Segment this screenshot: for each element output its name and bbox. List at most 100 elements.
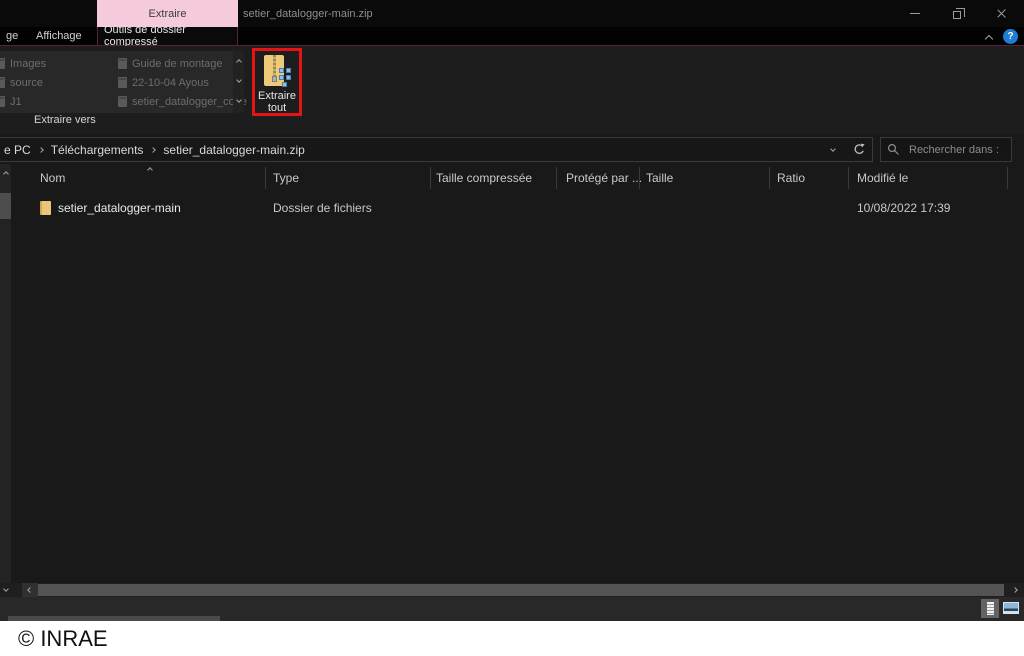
contextual-tab-group-header: Extraire [97, 0, 238, 27]
chevron-down-icon [236, 77, 242, 83]
tab-partage-partial[interactable]: ge [0, 27, 24, 45]
file-row[interactable]: setier_datalogger-main Dossier de fichie… [11, 196, 1024, 220]
address-bar[interactable]: e PC Téléchargements setier_datalogger-m… [0, 137, 873, 162]
gallery-item[interactable]: Images [0, 54, 46, 73]
horizontal-scrollbar[interactable] [0, 583, 1024, 597]
breadcrumb-item[interactable]: e PC [0, 143, 35, 157]
zip-extract-icon [262, 55, 292, 87]
file-list: setier_datalogger-main Dossier de fichie… [11, 192, 1024, 583]
gallery-item[interactable]: source [0, 73, 43, 92]
gallery-item[interactable]: Guide de montage [118, 54, 223, 73]
restore-button[interactable] [941, 0, 975, 26]
gallery-item-label: J1 [10, 96, 22, 108]
restore-icon [953, 11, 961, 19]
search-icon [887, 143, 900, 156]
refresh-button[interactable] [848, 138, 870, 161]
minimize-button[interactable] [898, 0, 932, 26]
column-divider[interactable] [639, 167, 640, 189]
chevron-right-icon [1012, 587, 1018, 593]
gallery-scroll-down-button[interactable] [233, 71, 244, 90]
horizontal-scrollbar-thumb[interactable] [38, 584, 1004, 596]
minimize-icon [910, 13, 920, 14]
column-divider[interactable] [1007, 167, 1008, 189]
scroll-down-button[interactable] [0, 584, 11, 596]
address-row: e PC Téléchargements setier_datalogger-m… [0, 134, 1024, 164]
column-header-ratio[interactable]: Ratio [777, 164, 805, 192]
address-dropdown-button[interactable] [822, 138, 844, 161]
folder-icon [40, 201, 51, 215]
close-icon [996, 8, 1007, 19]
column-divider[interactable] [769, 167, 770, 189]
chevron-up-icon [985, 34, 993, 42]
gallery-scroll-up-button[interactable] [233, 51, 244, 70]
vertical-scrollbar[interactable] [0, 164, 11, 583]
chevron-right-icon [38, 147, 44, 153]
chevron-down-icon [3, 586, 9, 592]
ribbon: Images source J1 Guide de montage 22-10-… [0, 46, 1024, 134]
gallery-item[interactable]: J1 [0, 92, 22, 111]
gallery-item-label: Images [10, 58, 46, 70]
titlebar: Extraire setier_datalogger-main.zip [0, 0, 1024, 27]
thumbnails-view-button[interactable] [1002, 601, 1019, 615]
explorer-window: Extraire setier_datalogger-main.zip ge A… [0, 0, 1024, 621]
refresh-icon [853, 143, 866, 156]
chevron-left-icon [27, 587, 33, 593]
extract-destination-gallery: Images source J1 Guide de montage 22-10-… [0, 51, 233, 113]
column-header-nom[interactable]: Nom [40, 164, 65, 192]
file-type: Dossier de fichiers [273, 196, 372, 220]
column-header-protege-par[interactable]: Protégé par ... [566, 164, 642, 192]
column-header-taille-compressee[interactable]: Taille compressée [436, 164, 532, 192]
column-divider[interactable] [265, 167, 266, 189]
column-divider[interactable] [556, 167, 557, 189]
column-divider[interactable] [430, 167, 431, 189]
chevron-down-icon [236, 97, 242, 103]
column-divider[interactable] [848, 167, 849, 189]
search-box[interactable] [880, 137, 1012, 162]
column-header-row: Nom Type Taille compressée Protégé par .… [11, 164, 1024, 192]
folder-icon [118, 58, 127, 69]
breadcrumb-item[interactable]: Téléchargements [47, 143, 148, 157]
extract-all-button[interactable]: Extraire tout [252, 48, 302, 116]
tab-affichage[interactable]: Affichage [30, 27, 88, 45]
extract-all-label: Extraire tout [258, 90, 296, 114]
gallery-item-label: Guide de montage [132, 58, 223, 70]
gallery-scroll-controls [233, 51, 244, 113]
close-button[interactable] [984, 0, 1018, 26]
collapse-ribbon-button[interactable] [980, 30, 998, 44]
folder-icon [0, 58, 5, 69]
breadcrumb-item[interactable]: setier_datalogger-main.zip [159, 143, 308, 157]
scroll-right-button[interactable] [1006, 583, 1023, 597]
gallery-item-label: source [10, 77, 43, 89]
scroll-left-button[interactable] [22, 583, 38, 597]
gallery-item-label: setier_datalogger_code [132, 96, 247, 108]
column-header-type[interactable]: Type [273, 164, 299, 192]
folder-icon [0, 77, 5, 88]
thumbnails-view-icon [1003, 602, 1019, 614]
sort-ascending-icon [147, 167, 153, 173]
file-name: setier_datalogger-main [58, 196, 181, 220]
details-view-button[interactable] [981, 599, 999, 618]
gallery-item[interactable]: 22-10-04 Ayous [118, 73, 209, 92]
image-caption: © INRAE [18, 626, 108, 652]
window-edge-strip [8, 616, 220, 621]
chevron-right-icon [151, 147, 157, 153]
column-header-taille[interactable]: Taille [646, 164, 673, 192]
column-header-modifie-le[interactable]: Modifié le [857, 164, 908, 192]
window-title: setier_datalogger-main.zip [243, 0, 373, 27]
gallery-more-button[interactable] [233, 91, 244, 110]
vertical-scrollbar-thumb[interactable] [0, 193, 11, 219]
file-modified-date: 10/08/2022 17:39 [857, 196, 950, 220]
screenshot-stage: Extraire setier_datalogger-main.zip ge A… [0, 0, 1024, 656]
tab-outils-dossier-compresse[interactable]: Outils de dossier compressé [97, 27, 238, 45]
folder-icon [118, 96, 127, 107]
folder-icon [118, 77, 127, 88]
chevron-down-icon [830, 146, 836, 152]
ribbon-group-label: Extraire vers [34, 114, 96, 126]
chevron-up-icon [236, 59, 242, 65]
scroll-up-button[interactable] [0, 166, 11, 178]
gallery-item-label: 22-10-04 Ayous [132, 77, 209, 89]
help-button[interactable]: ? [1003, 29, 1018, 44]
ribbon-tab-row: ge Affichage Outils de dossier compressé… [0, 27, 1024, 46]
search-input[interactable] [907, 143, 1005, 157]
gallery-item[interactable]: setier_datalogger_code [118, 92, 247, 111]
